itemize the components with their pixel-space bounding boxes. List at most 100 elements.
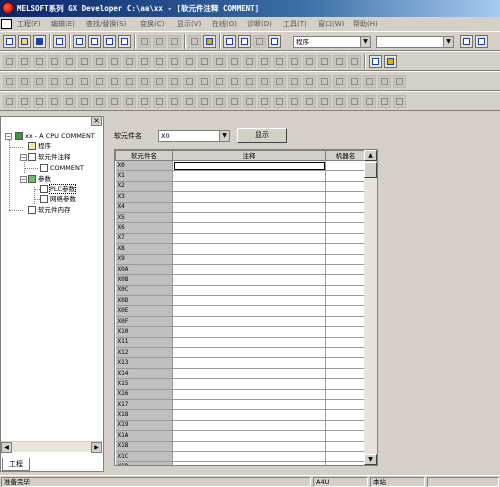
- device-cell[interactable]: X8: [115, 243, 173, 255]
- device-cell[interactable]: X11: [115, 337, 173, 349]
- melsoft-app-icon[interactable]: [2, 2, 14, 14]
- machine-name-cell[interactable]: [325, 347, 366, 359]
- device-cell[interactable]: X0D: [115, 295, 173, 307]
- print-icon[interactable]: [53, 35, 66, 48]
- device-cell[interactable]: X1: [115, 170, 173, 182]
- symbol-tool-2-icon[interactable]: [18, 95, 31, 108]
- copy-icon[interactable]: [88, 35, 101, 48]
- machine-name-cell[interactable]: [325, 430, 366, 442]
- sfc-tool-24-icon[interactable]: [348, 75, 361, 88]
- comment-cell[interactable]: [172, 409, 326, 421]
- table-row[interactable]: X5: [115, 212, 366, 224]
- machine-name-cell[interactable]: [325, 326, 366, 338]
- machine-name-cell[interactable]: [325, 389, 366, 401]
- symbol-tool-7-icon[interactable]: [93, 95, 106, 108]
- device-cell[interactable]: X10: [115, 326, 173, 338]
- comment-cell[interactable]: [172, 305, 326, 317]
- monitor-stop-icon[interactable]: [238, 35, 251, 48]
- contact-search-icon[interactable]: [168, 35, 181, 48]
- comment-cell[interactable]: [172, 316, 326, 328]
- device-cell[interactable]: X18: [115, 409, 173, 421]
- display-button[interactable]: 显示: [237, 128, 287, 143]
- symbol-tool-25-icon[interactable]: [363, 95, 376, 108]
- machine-name-cell[interactable]: [325, 441, 366, 452]
- tree-expander-root[interactable]: −: [5, 133, 12, 140]
- comment-cell[interactable]: [172, 378, 326, 390]
- device-search-icon[interactable]: [138, 35, 151, 48]
- ladder-tool-4-icon[interactable]: [48, 55, 61, 68]
- symbol-tool-17-icon[interactable]: [243, 95, 256, 108]
- write-plc-icon[interactable]: [203, 35, 216, 48]
- machine-name-cell[interactable]: [325, 305, 366, 317]
- table-row[interactable]: X10: [115, 326, 366, 338]
- device-cell[interactable]: X0C: [115, 285, 173, 297]
- ladder-tool-3-icon[interactable]: [33, 55, 46, 68]
- comment-cell[interactable]: [172, 233, 326, 245]
- device-cell[interactable]: X16: [115, 389, 173, 401]
- tree-expander-parameters[interactable]: −: [20, 176, 27, 183]
- tree-item-program[interactable]: 程序: [28, 141, 51, 151]
- sfc-tool-3-icon[interactable]: [33, 75, 46, 88]
- symbol-tool-27-icon[interactable]: [393, 95, 406, 108]
- tab-project[interactable]: 工程: [2, 458, 30, 471]
- sfc-tool-9-icon[interactable]: [123, 75, 136, 88]
- comment-cell[interactable]: [172, 222, 326, 234]
- table-row[interactable]: X17: [115, 399, 366, 411]
- ladder-tool-9-icon[interactable]: [123, 55, 136, 68]
- undo-icon[interactable]: [118, 35, 131, 48]
- symbol-tool-22-icon[interactable]: [318, 95, 331, 108]
- device-cell[interactable]: X6: [115, 222, 173, 234]
- cut-icon[interactable]: [73, 35, 86, 48]
- device-cell[interactable]: X1A: [115, 430, 173, 442]
- device-cell[interactable]: X1C: [115, 451, 173, 463]
- comment-cell[interactable]: [172, 170, 326, 182]
- monitor-icon[interactable]: [223, 35, 236, 48]
- machine-name-cell[interactable]: [325, 191, 366, 203]
- comment-toggle-icon[interactable]: [369, 55, 382, 68]
- sfc-tool-27-icon[interactable]: [393, 75, 406, 88]
- machine-name-cell[interactable]: [325, 399, 366, 411]
- device-cell[interactable]: X4: [115, 202, 173, 213]
- menu-window[interactable]: 窗口(W): [318, 17, 344, 31]
- sfc-tool-13-icon[interactable]: [183, 75, 196, 88]
- sfc-tool-25-icon[interactable]: [363, 75, 376, 88]
- table-row[interactable]: X1B: [115, 441, 366, 452]
- comment-cell[interactable]: [172, 274, 326, 286]
- table-row[interactable]: X1D: [115, 461, 366, 465]
- machine-name-cell[interactable]: [325, 243, 366, 255]
- comment-cell[interactable]: [172, 399, 326, 411]
- sfc-tool-20-icon[interactable]: [288, 75, 301, 88]
- table-row[interactable]: X11: [115, 337, 366, 349]
- symbol-tool-14-icon[interactable]: [198, 95, 211, 108]
- table-row[interactable]: X9: [115, 254, 366, 265]
- ladder-tool-22-icon[interactable]: [318, 55, 331, 68]
- device-cell[interactable]: X0F: [115, 316, 173, 328]
- device-cell[interactable]: X0E: [115, 305, 173, 317]
- comment-cell[interactable]: [172, 461, 326, 465]
- sfc-tool-23-icon[interactable]: [333, 75, 346, 88]
- symbol-tool-5-icon[interactable]: [63, 95, 76, 108]
- table-row[interactable]: X1: [115, 170, 366, 182]
- machine-name-cell[interactable]: [325, 170, 366, 182]
- ladder-tool-21-icon[interactable]: [303, 55, 316, 68]
- sfc-tool-1-icon[interactable]: [3, 75, 16, 88]
- comment-cell[interactable]: [172, 337, 326, 349]
- table-row[interactable]: X4: [115, 202, 366, 213]
- symbol-tool-9-icon[interactable]: [123, 95, 136, 108]
- table-row[interactable]: X18: [115, 409, 366, 421]
- table-row[interactable]: X16: [115, 389, 366, 401]
- comment-cell[interactable]: [172, 389, 326, 401]
- sfc-tool-4-icon[interactable]: [48, 75, 61, 88]
- ladder-tool-24-icon[interactable]: [348, 55, 361, 68]
- menu-tools[interactable]: 工具(T): [283, 17, 307, 31]
- ladder-tool-12-icon[interactable]: [168, 55, 181, 68]
- device-cell[interactable]: X0B: [115, 274, 173, 286]
- ladder-tool-10-icon[interactable]: [138, 55, 151, 68]
- table-row[interactable]: X19: [115, 420, 366, 432]
- tree-item-parameters[interactable]: 参数: [28, 174, 51, 184]
- comment-cell[interactable]: [172, 212, 326, 224]
- menu-project[interactable]: 工程(F): [17, 17, 41, 31]
- table-row[interactable]: X0C: [115, 285, 366, 297]
- machine-name-cell[interactable]: [325, 368, 366, 380]
- table-row[interactable]: X0A: [115, 264, 366, 276]
